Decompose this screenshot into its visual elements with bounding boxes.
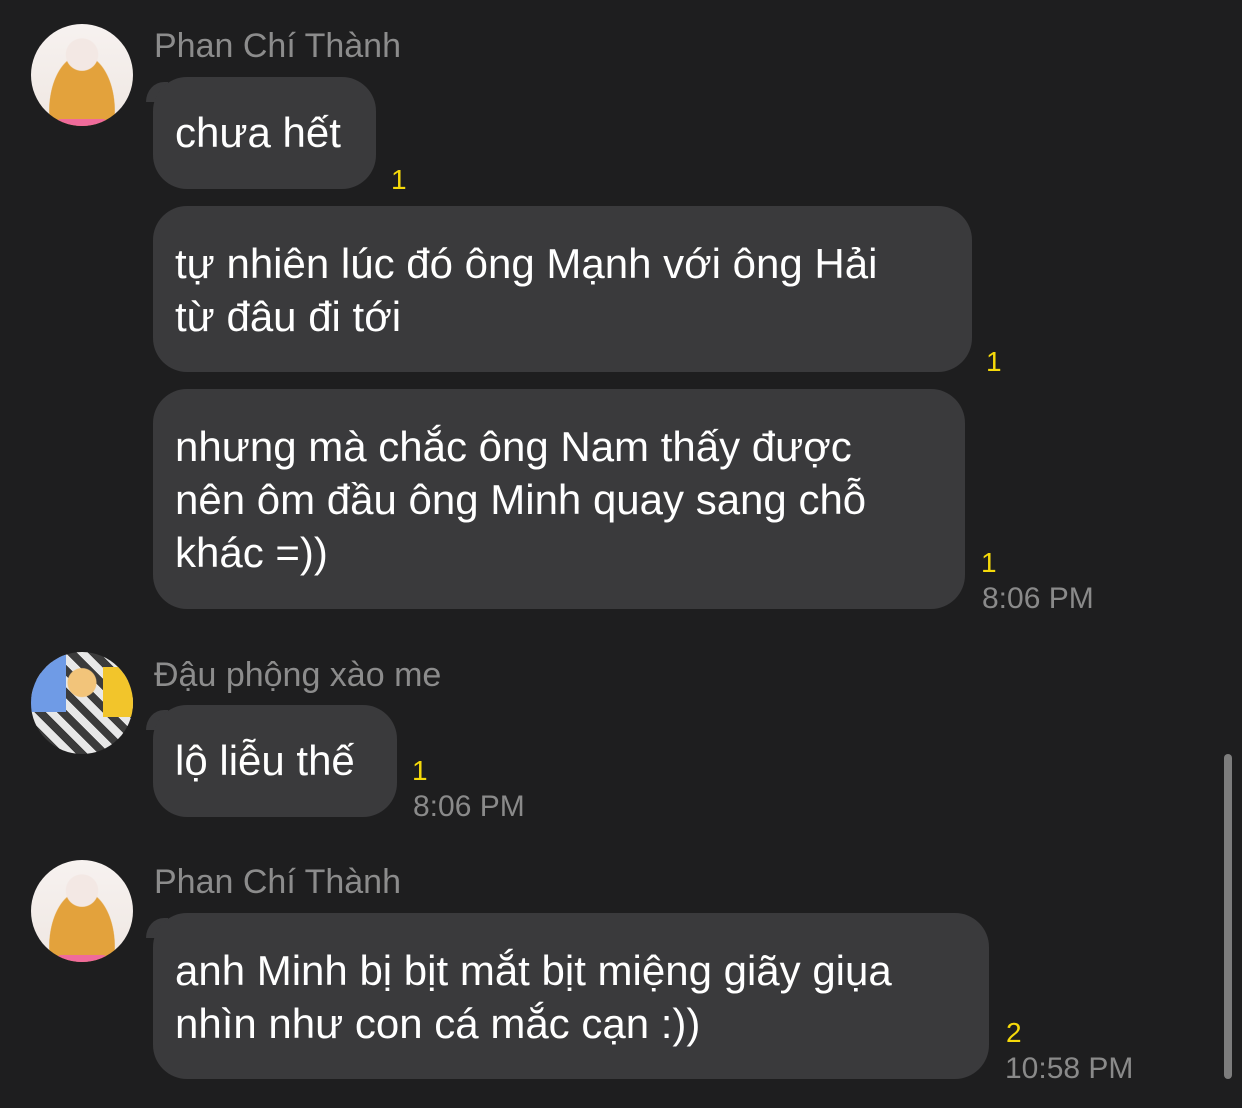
- timestamp: 10:58 PM: [1005, 1052, 1134, 1085]
- message-bubble[interactable]: tự nhiên lúc đó ông Mạnh với ông Hải từ …: [153, 206, 972, 372]
- sender-name: Đậu phộng xào me: [154, 656, 442, 694]
- message-text: chưa hết: [175, 109, 341, 156]
- avatar[interactable]: [31, 652, 133, 754]
- timestamp: 8:06 PM: [982, 582, 1094, 615]
- unread-count: 2: [1006, 1017, 1022, 1048]
- avatar[interactable]: [31, 860, 133, 962]
- sender-name: Phan Chí Thành: [154, 27, 401, 65]
- message-text: anh Minh bị bịt mắt bịt miệng giãy giụa …: [175, 947, 892, 1047]
- sender-name: Phan Chí Thành: [154, 863, 401, 901]
- avatar[interactable]: [31, 24, 133, 126]
- unread-count: 1: [986, 346, 1002, 377]
- timestamp: 8:06 PM: [413, 790, 525, 823]
- unread-count: 1: [412, 755, 428, 786]
- message-bubble[interactable]: anh Minh bị bịt mắt bịt miệng giãy giụa …: [153, 913, 989, 1079]
- scrollbar[interactable]: [1224, 754, 1232, 1079]
- message-text: nhưng mà chắc ông Nam thấy được nên ôm đ…: [175, 423, 867, 576]
- message-text: tự nhiên lúc đó ông Mạnh với ông Hải từ …: [175, 240, 878, 340]
- message-text: lộ liễu thế: [175, 737, 355, 784]
- message-bubble[interactable]: chưa hết: [153, 77, 376, 189]
- unread-count: 1: [391, 164, 407, 195]
- unread-count: 1: [981, 547, 997, 578]
- message-bubble[interactable]: nhưng mà chắc ông Nam thấy được nên ôm đ…: [153, 389, 965, 609]
- message-bubble[interactable]: lộ liễu thế: [153, 705, 397, 817]
